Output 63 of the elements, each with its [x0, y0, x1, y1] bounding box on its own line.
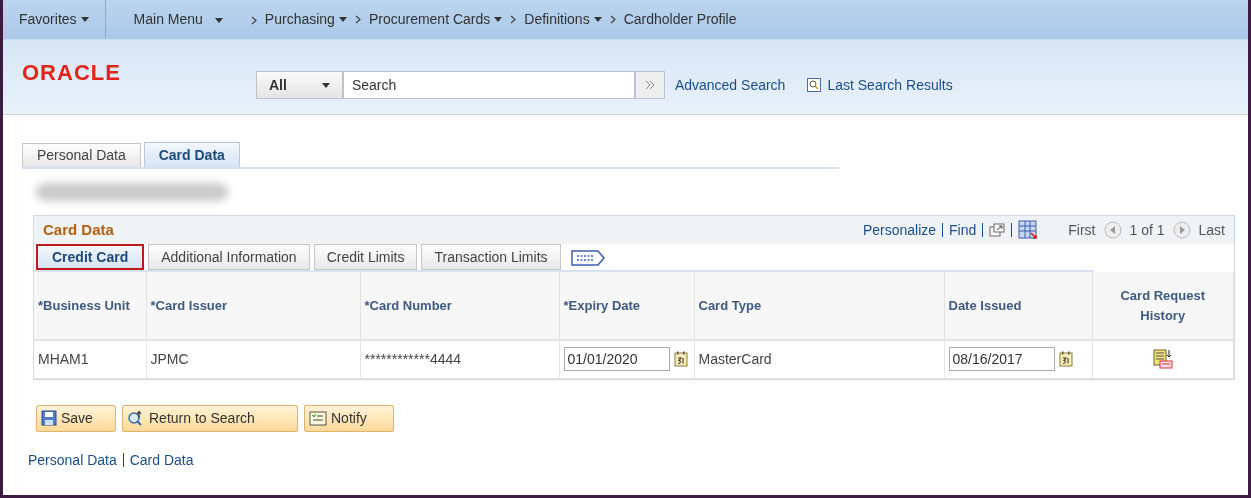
- calendar-icon[interactable]: [673, 351, 688, 368]
- date-field[interactable]: 08/16/2017: [948, 347, 1055, 372]
- footer-link[interactable]: Card Data: [129, 449, 194, 471]
- first-label: First: [1068, 220, 1096, 240]
- caret-icon: [338, 17, 347, 22]
- page-tab[interactable]: Personal Data: [22, 143, 141, 167]
- grid-tab[interactable]: Credit Limits: [313, 244, 418, 270]
- column-header: *Card Number: [364, 296, 452, 315]
- personalize-link[interactable]: Personalize: [862, 219, 937, 241]
- date-field[interactable]: 01/01/2020: [563, 347, 670, 372]
- previous-icon[interactable]: [1103, 221, 1122, 239]
- caret-icon: [80, 17, 89, 22]
- double-chevron-icon: [644, 80, 655, 90]
- column-header: *Card Issuer: [150, 296, 228, 315]
- report-icon[interactable]: [1151, 348, 1174, 371]
- grid-tab[interactable]: Additional Information: [148, 244, 310, 270]
- calendar-icon[interactable]: [1058, 351, 1073, 368]
- grid-tab[interactable]: Transaction Limits: [421, 244, 561, 270]
- last-search-results-link[interactable]: Last Search Results: [827, 74, 953, 96]
- note-icon: [309, 410, 327, 426]
- footer-link[interactable]: Personal Data: [28, 449, 117, 471]
- advanced-search-link[interactable]: Advanced Search: [674, 74, 786, 96]
- table-cell: JPMC: [150, 350, 189, 367]
- breadcrumb-link[interactable]: Definitions: [524, 9, 602, 30]
- scope-label: All: [268, 75, 287, 95]
- caret-icon: [593, 17, 602, 22]
- column-header: *Business Unit: [38, 296, 130, 315]
- column-header: Date Issued: [948, 296, 1022, 315]
- table-cell: MHAM1: [38, 350, 89, 367]
- chevron-icon: [609, 15, 616, 24]
- caret-icon: [214, 17, 223, 23]
- action-button[interactable]: Notify: [304, 404, 394, 432]
- next-icon[interactable]: [1172, 221, 1191, 239]
- oracle-logo: ORACLE: [22, 62, 121, 84]
- search-field[interactable]: Search: [342, 71, 635, 99]
- column-header: *Expiry Date: [563, 296, 641, 315]
- main-menu[interactable]: Main Menu: [133, 9, 223, 30]
- favorites-menu[interactable]: Favorites: [3, 0, 106, 39]
- caret-icon: [321, 82, 330, 88]
- action-button[interactable]: Return to Search: [122, 404, 298, 432]
- table-cell: MasterCard: [698, 350, 772, 367]
- chevron-icon: [354, 15, 361, 24]
- breadcrumb-link[interactable]: Procurement Cards: [368, 9, 503, 30]
- search-scope-dropdown[interactable]: All: [255, 71, 343, 99]
- table-cell: ************4444: [364, 350, 462, 367]
- column-header: Card Type: [698, 296, 762, 315]
- grid-title: Card Data: [43, 219, 114, 240]
- page-position: 1 of 1: [1129, 220, 1165, 240]
- caret-icon: [494, 17, 503, 22]
- grid-tab[interactable]: Credit Card: [36, 244, 145, 270]
- spreadsheet-download-icon[interactable]: [1018, 220, 1039, 240]
- show-all-columns-icon[interactable]: [570, 250, 605, 266]
- action-button[interactable]: Save: [36, 404, 116, 432]
- page-tab[interactable]: Card Data: [143, 142, 240, 167]
- column-header: Card Request History: [1119, 287, 1206, 325]
- find-link[interactable]: Find: [949, 219, 977, 241]
- last-label: Last: [1198, 220, 1225, 240]
- chevron-icon: [250, 15, 257, 25]
- chevron-icon: [510, 15, 517, 24]
- search-results-icon[interactable]: [807, 78, 822, 92]
- breadcrumb-link[interactable]: Purchasing: [264, 9, 347, 30]
- new-window-icon[interactable]: [989, 223, 1006, 237]
- breadcrumb-link[interactable]: Cardholder Profile: [623, 9, 737, 30]
